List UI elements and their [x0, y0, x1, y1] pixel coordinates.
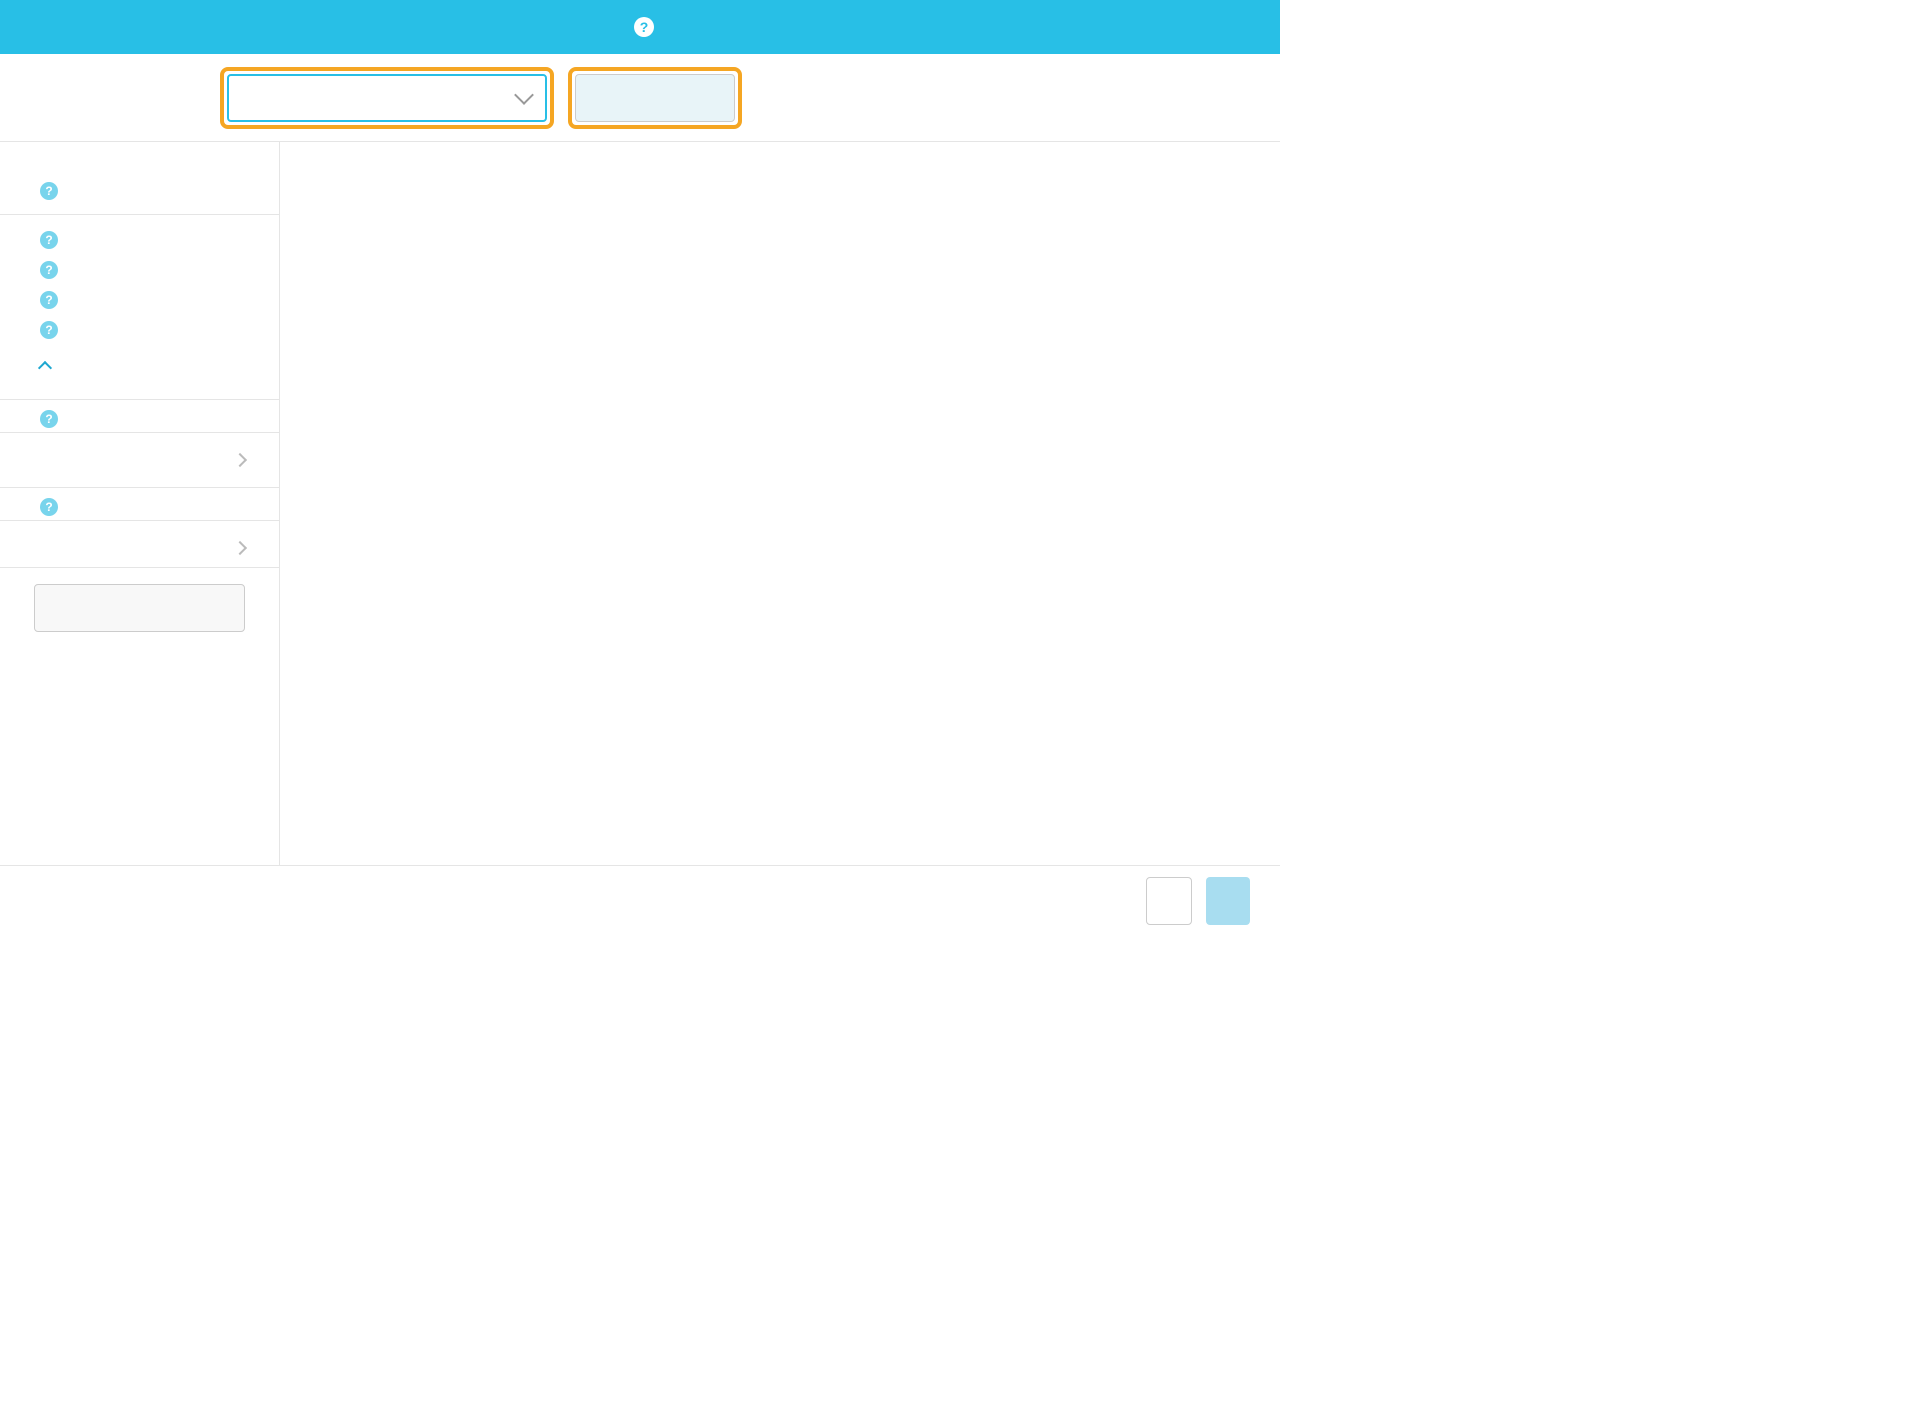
breakdown-row-label: ? [34, 321, 58, 339]
last-check-link[interactable] [34, 443, 245, 477]
divider [0, 487, 279, 488]
help-icon[interactable]: ? [40, 498, 58, 516]
summary-row [280, 142, 1280, 178]
main: ? ? ? ? ? [0, 142, 1280, 865]
help-icon[interactable]: ? [40, 410, 58, 428]
last-check-title: ? [34, 410, 245, 428]
app-header: ? [0, 0, 1280, 54]
breakdown-row-label: ? [34, 231, 58, 249]
breakdown-title: ? [34, 182, 245, 200]
open-drawer-button[interactable] [575, 74, 735, 122]
footer [0, 865, 1280, 935]
chevron-up-icon [38, 361, 52, 375]
page-title: ? [626, 17, 654, 37]
staff-select[interactable] [227, 74, 547, 122]
toolbar [0, 54, 1280, 142]
help-icon[interactable]: ? [40, 321, 58, 339]
denomination-list [280, 214, 1280, 865]
sidebar: ? ? ? ? ? [0, 142, 280, 865]
divider [0, 214, 279, 215]
breakdown-row: ? [34, 315, 245, 345]
help-icon[interactable]: ? [40, 291, 58, 309]
last-settle-link[interactable] [34, 531, 245, 565]
divider [0, 399, 279, 400]
expected-amount [320, 164, 627, 170]
staff-select-highlight [220, 67, 554, 129]
divider [0, 520, 279, 521]
reset-button[interactable] [1146, 877, 1192, 925]
show-noncash-sales-toggle[interactable] [34, 363, 245, 369]
breakdown-row-label: ? [34, 261, 58, 279]
breakdown-row-label: ? [34, 291, 58, 309]
diff-amount [933, 164, 1240, 170]
divider [0, 567, 279, 568]
history-button[interactable] [34, 584, 245, 632]
help-icon[interactable]: ? [40, 231, 58, 249]
help-icon[interactable]: ? [40, 182, 58, 200]
breakdown-row: ? [34, 285, 245, 315]
proceed-button[interactable] [1206, 877, 1250, 925]
divider [0, 432, 279, 433]
breakdown-row: ? [34, 255, 245, 285]
last-settle-title: ? [34, 498, 245, 516]
breakdown-row: ? [34, 225, 245, 255]
help-icon[interactable]: ? [40, 261, 58, 279]
content [280, 142, 1280, 865]
actual-amount [627, 164, 934, 170]
chevron-right-icon [233, 453, 247, 467]
chevron-down-icon [514, 85, 534, 105]
drawer-button-highlight [568, 67, 742, 129]
help-icon[interactable]: ? [634, 17, 654, 37]
chevron-right-icon [233, 541, 247, 555]
